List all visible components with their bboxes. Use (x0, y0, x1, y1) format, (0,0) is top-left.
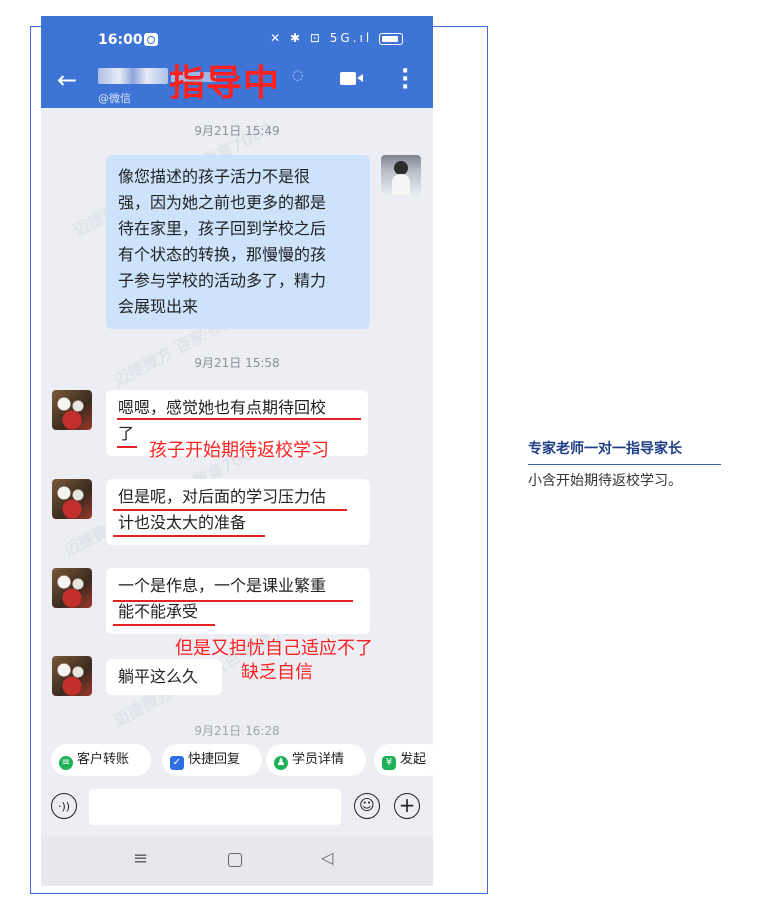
plus-icon[interactable]: + (394, 793, 420, 819)
annotation-underline (117, 446, 137, 448)
timestamp: 9月21日 16:28 (194, 724, 280, 738)
chat-header: 16:00 ✕ ✱ ⊡ 5G.ıl ← ◌ @微信 指导中 · · · (41, 16, 433, 108)
message-line: 待在家里，孩子回到学校之后 (118, 219, 327, 238)
message-line: 子参与学校的活动多了，精力 (118, 271, 327, 290)
annotation-text: 缺乏自信 (241, 662, 313, 683)
status-icons: ✕ ✱ ⊡ 5G.ıl (270, 31, 403, 45)
annotation-text: 孩子开始期待返校学习 (149, 440, 329, 461)
quick-action-label: 发起 (400, 752, 427, 767)
status-time: 16:00 (98, 32, 143, 48)
emoji-icon[interactable]: ☺ (354, 793, 380, 819)
contact-source: @微信 (98, 92, 131, 105)
message-line: 计也没太大的准备 (118, 513, 247, 532)
contact-name-blurred (98, 68, 168, 84)
annotation-text: 但是又担忧自己适应不了 (175, 638, 373, 659)
back-arrow-icon[interactable]: ← (57, 68, 77, 92)
ear-icon: ◌ (292, 68, 304, 83)
quick-reply-icon: ✓ (170, 756, 184, 770)
annotation-underline (113, 535, 265, 537)
message-line: 但是呢，对后面的学习压力估 (118, 487, 327, 506)
caption-divider (528, 464, 721, 465)
quick-action-reply[interactable]: ✓ 快捷回复 (162, 744, 262, 776)
quick-action-label: 学员详情 (292, 752, 345, 767)
signal-icons: ✕ ✱ ⊡ 5G.ıl (270, 31, 373, 45)
message-line: 有个状态的转换，那慢慢的孩 (118, 245, 327, 264)
initiate-icon: ¥ (382, 756, 396, 770)
app-notification-icon (144, 33, 158, 46)
back-icon[interactable]: ◁ (321, 848, 333, 867)
quick-action-initiate[interactable]: ¥ 发起 (374, 744, 433, 776)
quick-action-bar: ≡ 客户转账 ✓ 快捷回复 ♟ 学员详情 ¥ 发起 (41, 744, 433, 778)
message-bubble-received[interactable]: 躺平这么久 (106, 659, 222, 695)
avatar-contact[interactable] (52, 568, 92, 608)
battery-icon (379, 32, 403, 45)
quick-action-label: 快捷回复 (188, 752, 241, 767)
avatar-contact[interactable] (52, 390, 92, 430)
message-line: 像您描述的孩子活力不是很 (118, 167, 311, 186)
more-options-icon[interactable]: · · · (401, 61, 409, 99)
message-line: 躺平这么久 (118, 667, 199, 686)
message-input[interactable] (89, 789, 341, 825)
message-line: 能不能承受 (118, 602, 199, 621)
home-icon[interactable] (228, 853, 242, 867)
voice-input-icon[interactable]: ·)) (51, 793, 77, 819)
video-call-icon[interactable] (340, 72, 363, 85)
message-line: 强，因为她之前也更多的都是 (118, 193, 327, 212)
quick-action-transfer[interactable]: ≡ 客户转账 (51, 744, 151, 776)
message-bubble-sent[interactable]: 像您描述的孩子活力不是很 强，因为她之前也更多的都是 待在家里，孩子回到学校之后… (106, 155, 370, 329)
annotation-underline (113, 624, 215, 626)
avatar-contact[interactable] (52, 479, 92, 519)
menu-icon[interactable]: ≡ (133, 848, 148, 869)
student-icon: ♟ (274, 756, 288, 770)
overlay-title: 指导中 (169, 63, 281, 104)
annotation-underline (113, 600, 353, 602)
message-line: 一个是作息，一个是课业繁重 (118, 576, 327, 595)
caption-title: 专家老师一对一指导家长 (528, 441, 682, 457)
system-nav-bar: ≡ ◁ (41, 836, 433, 886)
transfer-icon: ≡ (59, 756, 73, 770)
annotation-underline (113, 509, 347, 511)
avatar-contact[interactable] (52, 656, 92, 696)
caption-text: 小含开始期待返校学习。 (528, 473, 682, 489)
annotation-underline (117, 418, 361, 420)
quick-action-student[interactable]: ♟ 学员详情 (266, 744, 366, 776)
timestamp: 9月21日 15:58 (194, 356, 280, 370)
phone-screen: 16:00 ✕ ✱ ⊡ 5G.ıl ← ◌ @微信 指导中 ··· 迈捷微方 百… (41, 16, 433, 886)
quick-action-label: 客户转账 (77, 752, 130, 767)
input-bar: ·)) ☺ + (41, 786, 433, 832)
avatar-self[interactable] (381, 155, 421, 195)
message-line: 会展现出来 (118, 297, 199, 316)
timestamp: 9月21日 15:49 (194, 124, 280, 138)
